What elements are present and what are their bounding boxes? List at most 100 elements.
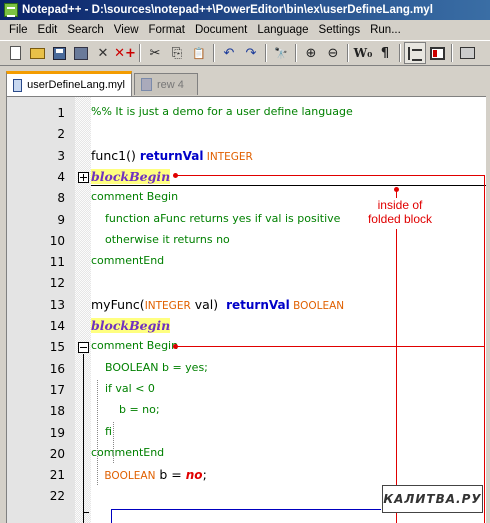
code-token: ; (202, 467, 207, 483)
code-text: if val < 0 (91, 382, 155, 395)
editor-area[interactable]: 1 %% It is just a demo for a user define … (6, 96, 486, 523)
print-button[interactable] (456, 42, 478, 64)
undo-button[interactable]: ↶ (218, 42, 240, 64)
zoom-in-icon: ⊕ (305, 45, 317, 61)
save-all-button[interactable] (70, 42, 92, 64)
code-line[interactable]: 21 BOOLEAN b = no; (7, 464, 486, 485)
menu-run[interactable]: Run... (365, 21, 406, 39)
zoom-in-button[interactable]: ⊕ (300, 42, 322, 64)
code-token: %% It is just a demo for a user define l… (91, 105, 353, 118)
code-token: otherwise it returns no (91, 232, 230, 246)
code-token: b = no; (91, 403, 160, 417)
redo-icon: ↷ (245, 45, 257, 61)
code-line[interactable]: 17 if val < 0 (7, 379, 486, 400)
line-number: 12 (49, 276, 65, 291)
menu-edit[interactable]: Edit (33, 21, 63, 39)
code-line[interactable]: 18 b = no; (7, 400, 486, 421)
menu-settings[interactable]: Settings (314, 21, 366, 39)
line-number: 10 (49, 233, 65, 248)
caret-line (111, 509, 112, 523)
tab-label: userDefineLang.myl (27, 79, 125, 91)
fold-collapse-icon[interactable] (78, 342, 89, 353)
code-line[interactable]: 10 otherwise it returns no (7, 230, 486, 251)
code-token: func1() (91, 147, 140, 163)
code-text: commentEnd (91, 446, 164, 459)
word-wrap-button[interactable]: W₀ (352, 42, 374, 64)
menu-bar: File Edit Search View Format Document La… (0, 20, 490, 40)
copy-button[interactable]: ⎘ (166, 42, 188, 64)
code-token: if val < 0 (91, 381, 155, 395)
code-token: fi (91, 424, 112, 438)
code-token: BOOLEAN (91, 470, 156, 483)
code-token: INTEGER (144, 299, 191, 312)
code-line[interactable]: 3 func1() returnVal INTEGER (7, 145, 486, 166)
caret-line (111, 509, 381, 510)
code-line[interactable]: 13 myFunc(INTEGER val) returnVal BOOLEAN (7, 294, 486, 315)
find-button[interactable]: 🔭 (270, 42, 292, 64)
code-token: commentEnd (91, 445, 165, 459)
close-button[interactable]: ✕ (92, 42, 114, 64)
close-all-button[interactable]: ✕+ (114, 42, 136, 64)
show-all-chars-button[interactable]: ¶ (374, 42, 396, 64)
new-file-icon (9, 46, 21, 60)
toolbar-separator (399, 44, 401, 62)
indent-guide-icon (408, 46, 422, 61)
redo-button[interactable]: ↷ (240, 42, 262, 64)
fold-expand-icon[interactable] (78, 172, 89, 183)
title-bar: Notepad++ - D:\sources\notepad++\PowerEd… (0, 0, 490, 20)
line-number: 19 (49, 425, 65, 440)
binoculars-icon: 🔭 (274, 46, 288, 60)
code-line[interactable]: 1 %% It is just a demo for a user define … (7, 102, 486, 123)
line-number: 17 (49, 382, 65, 397)
code-text: fi (91, 425, 112, 438)
printer-icon (459, 47, 475, 59)
saved-file-icon (13, 78, 23, 92)
folder-open-icon (29, 47, 45, 59)
code-line[interactable]: 16 BOOLEAN b = yes; (7, 358, 486, 379)
open-file-button[interactable] (26, 42, 48, 64)
line-number: 4 (57, 169, 65, 184)
menu-document[interactable]: Document (190, 21, 252, 39)
code-token: INTEGER (203, 150, 253, 163)
menu-file[interactable]: File (4, 21, 33, 39)
code-line[interactable]: 20 commentEnd (7, 443, 486, 464)
panel-button[interactable] (426, 42, 448, 64)
line-number: 2 (57, 127, 65, 142)
menu-view[interactable]: View (109, 21, 144, 39)
code-line[interactable]: 19 fi (7, 422, 486, 443)
toolbar-separator (265, 44, 267, 62)
code-text: otherwise it returns no (91, 233, 230, 246)
code-line[interactable]: 2 (7, 123, 486, 144)
menu-language[interactable]: Language (252, 21, 313, 39)
toolbar-separator (139, 44, 141, 62)
code-token: returnVal (226, 297, 290, 312)
line-number: 21 (49, 468, 65, 483)
paste-button[interactable]: 📋 (188, 42, 210, 64)
menu-format[interactable]: Format (144, 21, 190, 39)
file-icon (141, 78, 152, 91)
annotation-line (484, 175, 485, 523)
code-token: blockBegin (91, 168, 171, 184)
code-token: b = (155, 467, 186, 483)
panel-icon (429, 46, 445, 60)
menu-search[interactable]: Search (62, 21, 108, 39)
tab-strip: userDefineLang.myl rew 4 (0, 66, 490, 96)
code-line[interactable]: 14 blockBegin (7, 315, 486, 336)
tab-new4[interactable]: rew 4 (134, 73, 198, 95)
line-number: 20 (49, 446, 65, 461)
code-text: blockBegin (91, 168, 171, 184)
zoom-out-button[interactable]: ⊖ (322, 42, 344, 64)
indent-guide-button[interactable] (404, 42, 426, 64)
code-line[interactable]: 12 (7, 272, 486, 293)
new-file-button[interactable] (4, 42, 26, 64)
code-text: %% It is just a demo for a user define l… (91, 105, 353, 118)
line-number: 16 (49, 361, 65, 376)
code-text: blockBegin (91, 318, 171, 333)
annotation-text-line: folded block (367, 212, 433, 226)
annotation-text-line: inside of (377, 198, 423, 212)
code-line[interactable]: 11 commentEnd (7, 251, 486, 272)
cut-button[interactable]: ✂ (144, 42, 166, 64)
tab-userdefinelang[interactable]: userDefineLang.myl (6, 71, 132, 96)
line-number: 15 (49, 340, 65, 355)
save-button[interactable] (48, 42, 70, 64)
